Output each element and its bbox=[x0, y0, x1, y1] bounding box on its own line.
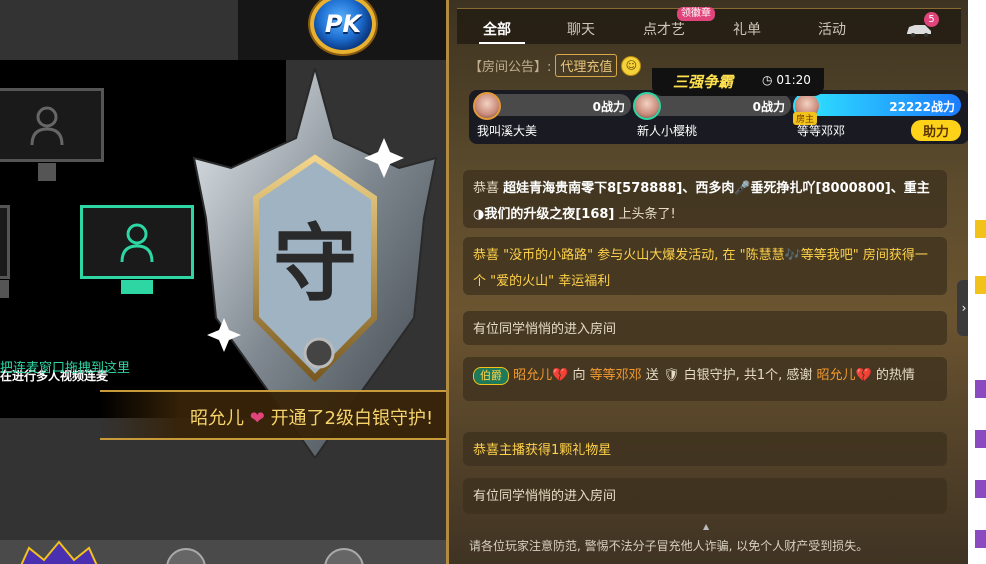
msg-body: 超娃青海贵南零下8[578888]、西多肉🎤垂死挣扎吖[8000800]、重主◑… bbox=[473, 181, 930, 222]
player-name: 等等邓邓 bbox=[797, 124, 846, 138]
monitor-icon bbox=[0, 88, 104, 181]
tab-all[interactable]: 全部 bbox=[483, 19, 511, 39]
list-item: 恭喜主播获得1颗礼物星 bbox=[463, 432, 947, 466]
side-icon[interactable] bbox=[975, 430, 986, 448]
player-score: 22222战力 bbox=[889, 100, 955, 114]
list-item: 恭喜 超娃青海贵南零下8[578888]、西多肉🎤垂死挣扎吖[8000800]、… bbox=[463, 170, 947, 228]
video-area: PK 在进行多人视频连麦 把连麦窗口拖拽到这里 守 bbox=[0, 0, 446, 564]
notify-text: 开通了2级白银守护! bbox=[270, 408, 434, 429]
drag-tip: 把连麦窗口拖拽到这里 bbox=[0, 361, 131, 376]
tab-chat[interactable]: 聊天 bbox=[567, 19, 595, 39]
battle-player[interactable]: 0战力 我叫溪大美 bbox=[473, 92, 633, 140]
tab-activity[interactable]: 活动 bbox=[818, 19, 846, 39]
collapse-icon[interactable]: ▲ bbox=[703, 522, 715, 531]
rank-badge: 伯爵 bbox=[473, 367, 509, 385]
list-item: 恭喜 "没币的小路路" 参与火山大爆发活动, 在 "陈慧慧🎶等等我吧" 房间获得… bbox=[463, 237, 947, 295]
tab-gift-list[interactable]: 礼单 bbox=[733, 19, 761, 39]
avatar bbox=[633, 92, 661, 120]
heart-icon: ❤ bbox=[249, 408, 265, 429]
monitor-icon bbox=[0, 205, 10, 298]
list-item: 有位同学悄悄的进入房间 bbox=[463, 478, 947, 514]
sender-name[interactable]: 昭允儿💔 bbox=[817, 368, 872, 383]
smile-emoji-icon: ☺ bbox=[621, 55, 642, 76]
player-score: 0战力 bbox=[592, 100, 625, 114]
notify-name: 昭允儿 bbox=[190, 408, 244, 429]
car-count-badge: 5 bbox=[924, 12, 939, 27]
list-item: 有位同学悄悄的进入房间 bbox=[463, 311, 947, 345]
msg-text: 有位同学悄悄的进入房间 bbox=[473, 489, 617, 504]
msg-suffix: 上头条了! bbox=[618, 207, 676, 222]
msg-text: 有位同学悄悄的进入房间 bbox=[473, 322, 617, 337]
battle-player[interactable]: 0战力 新人小樱桃 bbox=[633, 92, 793, 140]
pk-label: PK bbox=[324, 10, 362, 38]
player-score: 0战力 bbox=[752, 100, 785, 114]
clock-icon: ◷ bbox=[762, 73, 773, 87]
announce-label: 【房间公告】: bbox=[469, 60, 552, 75]
msg-prefix: 恭喜 bbox=[473, 248, 500, 263]
side-icon[interactable] bbox=[975, 380, 986, 398]
tab-talent[interactable]: 点才艺 bbox=[643, 19, 685, 39]
guardian-char: 守 bbox=[273, 214, 357, 313]
side-icon[interactable] bbox=[975, 276, 986, 294]
list-item: 伯爵 昭允儿💔 向 等等邓邓 送 🛡 白银守护, 共1个, 感谢 昭允儿💔 的热… bbox=[463, 357, 947, 401]
side-icon[interactable] bbox=[975, 220, 986, 238]
active-monitor-icon[interactable] bbox=[80, 205, 194, 294]
msg-body: "没币的小路路" 参与火山大爆发活动, 在 "陈慧慧🎶等等我吧" 房间获得一个 … bbox=[473, 248, 928, 289]
msg-text: 恭喜主播获得1颗礼物星 bbox=[473, 443, 612, 458]
msg-prefix: 恭喜 bbox=[473, 181, 500, 196]
three-way-battle: 0战力 我叫溪大美 0战力 新人小樱桃 22222战力 房主 等等邓邓 助力 三… bbox=[469, 68, 969, 144]
avatar bbox=[473, 92, 501, 120]
person-icon bbox=[120, 223, 154, 262]
battle-strip: 0战力 我叫溪大美 0战力 新人小樱桃 22222战力 房主 等等邓邓 助力 bbox=[469, 90, 969, 144]
shield-gift-icon: 🛡 bbox=[662, 368, 680, 383]
battle-timer: 01:20 bbox=[776, 73, 811, 87]
person-icon bbox=[30, 106, 64, 145]
side-icon[interactable] bbox=[975, 530, 986, 548]
host-name[interactable]: 等等邓邓 bbox=[590, 368, 642, 383]
chat-tabs: 全部 聊天 点才艺 领徽章 礼单 活动 5 bbox=[457, 7, 961, 44]
player-name: 新人小樱桃 bbox=[637, 124, 698, 138]
chat-panel: 全部 聊天 点才艺 领徽章 礼单 活动 5 【房间公告】: 代理充值 ☺ 0战力… bbox=[446, 0, 969, 564]
medal-badge[interactable]: 领徽章 bbox=[677, 7, 715, 21]
help-button[interactable]: 助力 bbox=[910, 120, 961, 141]
player-name: 我叫溪大美 bbox=[477, 124, 538, 138]
battle-header: 三强争霸 ◷ 01:20 bbox=[652, 68, 824, 96]
safety-notice: 请各位玩家注意防范, 警惕不法分子冒充他人诈骗, 以免个人财产受到损失。 bbox=[469, 539, 869, 553]
sender-name[interactable]: 昭允儿💔 bbox=[513, 368, 568, 383]
side-icon[interactable] bbox=[975, 480, 986, 498]
tab-underline bbox=[479, 42, 525, 44]
crown-icon[interactable] bbox=[14, 540, 104, 564]
battle-title: 三强争霸 bbox=[673, 73, 734, 91]
